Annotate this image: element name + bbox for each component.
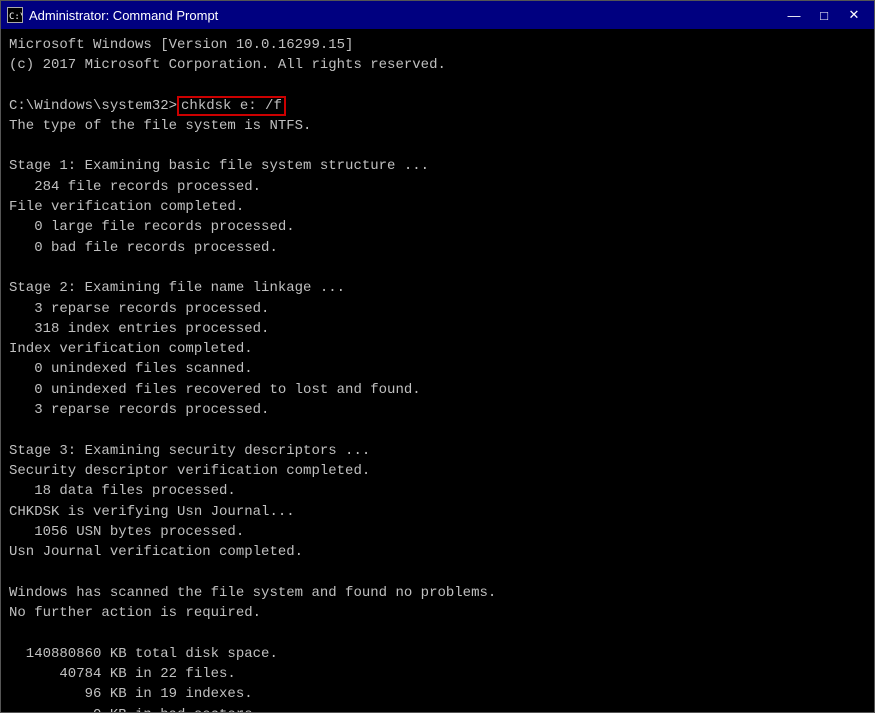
console-line: 0 large file records processed. bbox=[9, 217, 866, 237]
window-title: Administrator: Command Prompt bbox=[29, 8, 218, 23]
console-line: Microsoft Windows [Version 10.0.16299.15… bbox=[9, 35, 866, 55]
console-line: (c) 2017 Microsoft Corporation. All righ… bbox=[9, 55, 866, 75]
console-line: 96 KB in 19 indexes. bbox=[9, 684, 866, 704]
console-empty-line bbox=[9, 420, 866, 440]
console-line: 140880860 KB total disk space. bbox=[9, 644, 866, 664]
window-controls: — □ ✕ bbox=[780, 4, 868, 26]
cmd-icon: C:\ bbox=[7, 7, 23, 23]
console-line: Windows has scanned the file system and … bbox=[9, 583, 866, 603]
console-empty-line bbox=[9, 76, 866, 96]
title-bar: C:\ Administrator: Command Prompt — □ ✕ bbox=[1, 1, 874, 29]
title-bar-left: C:\ Administrator: Command Prompt bbox=[7, 7, 218, 23]
console-line: The type of the file system is NTFS. bbox=[9, 116, 866, 136]
console-line: 0 KB in bad sectors. bbox=[9, 705, 866, 713]
console-line: 40784 KB in 22 files. bbox=[9, 664, 866, 684]
console-empty-line bbox=[9, 562, 866, 582]
console-line: 0 unindexed files scanned. bbox=[9, 359, 866, 379]
console-line: Stage 3: Examining security descriptors … bbox=[9, 441, 866, 461]
console-line: Stage 2: Examining file name linkage ... bbox=[9, 278, 866, 298]
console-line: 0 unindexed files recovered to lost and … bbox=[9, 380, 866, 400]
console-line: 3 reparse records processed. bbox=[9, 400, 866, 420]
console-empty-line bbox=[9, 258, 866, 278]
svg-text:C:\: C:\ bbox=[9, 12, 22, 22]
console-line: Usn Journal verification completed. bbox=[9, 542, 866, 562]
console-line: 0 bad file records processed. bbox=[9, 238, 866, 258]
console-empty-line bbox=[9, 136, 866, 156]
console-line: File verification completed. bbox=[9, 197, 866, 217]
console-line: 318 index entries processed. bbox=[9, 319, 866, 339]
minimize-button[interactable]: — bbox=[780, 4, 808, 26]
console-line: Index verification completed. bbox=[9, 339, 866, 359]
maximize-button[interactable]: □ bbox=[810, 4, 838, 26]
prompt-text: C:\Windows\system32> bbox=[9, 98, 177, 114]
window: C:\ Administrator: Command Prompt — □ ✕ … bbox=[0, 0, 875, 713]
close-button[interactable]: ✕ bbox=[840, 4, 868, 26]
console-line: 18 data files processed. bbox=[9, 481, 866, 501]
prompt-line: C:\Windows\system32> chkdsk e: /f bbox=[9, 96, 866, 116]
console-line: CHKDSK is verifying Usn Journal... bbox=[9, 502, 866, 522]
console-line: 1056 USN bytes processed. bbox=[9, 522, 866, 542]
console-line: 284 file records processed. bbox=[9, 177, 866, 197]
console-line: Security descriptor verification complet… bbox=[9, 461, 866, 481]
console-empty-line bbox=[9, 623, 866, 643]
console-line: Stage 1: Examining basic file system str… bbox=[9, 156, 866, 176]
console-body[interactable]: Microsoft Windows [Version 10.0.16299.15… bbox=[1, 29, 874, 712]
console-line: 3 reparse records processed. bbox=[9, 299, 866, 319]
command-input[interactable]: chkdsk e: /f bbox=[177, 96, 286, 116]
console-line: No further action is required. bbox=[9, 603, 866, 623]
